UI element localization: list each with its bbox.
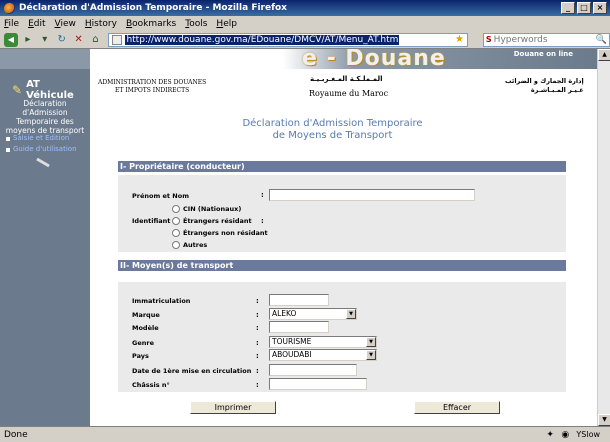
chassis-label: Châssis n° [132,381,170,389]
immatriculation-input[interactable] [269,294,329,306]
forward-icon[interactable]: ▸ [21,33,35,47]
status-text: Done [4,429,28,440]
chevron-down-icon[interactable]: ▼ [366,350,376,360]
royaume-header-ar: المـملـكـة المـغـربـيـة [310,75,383,83]
yslow-label[interactable]: YSlow [576,430,600,439]
radio-cin[interactable]: CIN (Nationaux) [172,205,241,213]
back-icon[interactable]: ◀ [4,32,18,47]
bullet-icon [6,136,10,141]
quill-icon: ✎ [12,83,23,97]
search-engine-icon[interactable]: S [484,35,494,44]
sidebar-title: ✎ AT Véhicule [12,79,74,101]
pays-select[interactable]: ABOUDABI ▼ [269,349,377,361]
sidebar-link-saisie[interactable]: Saisie et Edition [6,133,77,144]
name-input[interactable] [269,189,475,201]
search-input[interactable] [493,34,584,45]
status-bar: Done ✦ ◉ YSlow [0,426,610,442]
identifiant-label: Identifiant [132,217,171,225]
url-text[interactable]: http://www.douane.gov.ma/EDouane/DMCV/AT… [125,34,400,45]
minimize-button[interactable]: _ [561,2,575,14]
bullet-icon [6,147,10,152]
admin-header-fr: ADMINISTRATION DES DOUANES ET IMPOTS IND… [98,79,207,94]
modele-label: Modèle [132,324,159,332]
radio-autres[interactable]: Autres [172,241,207,249]
menu-bar: File Edit View History Bookmarks Tools H… [0,16,610,31]
section-proprietaire-header: I- Propriétaire (conducteur) [118,161,566,172]
chevron-down-icon[interactable]: ▼ [366,337,376,347]
navigation-toolbar: ◀ ▸ ▾ ↻ ✕ ⌂ http://www.douane.gov.ma/EDo… [0,31,610,49]
header-banner: e - Douane Douane on line [90,49,597,71]
date-circulation-label: Date de 1ère mise en circulation [132,367,252,375]
imprimer-button[interactable]: Imprimer [190,401,276,414]
menu-history[interactable]: History [85,19,117,29]
menu-file[interactable]: File [4,19,19,29]
online-label: Douane on line [513,50,573,58]
stop-icon[interactable]: ✕ [72,33,86,47]
menu-view[interactable]: View [55,19,76,29]
immatriculation-label: Immatriculation [132,297,191,305]
modele-input[interactable] [269,321,329,333]
royaume-header: Royaume du Maroc [309,89,389,98]
page-content: ✎ AT Véhicule Déclaration d'Admission Te… [0,49,597,426]
menu-help[interactable]: Help [216,19,237,29]
sidebar-links: Saisie et Edition Guide d'utilisation [6,133,77,155]
bookmark-star-icon[interactable]: ★ [455,34,464,45]
admin-header-ar: إدارة الجمارك و الضرائب غـيـر المـبـاشـر… [505,77,584,94]
pays-label: Pays [132,352,149,360]
sidebar-description: Déclaration d'Admission Temporaire des m… [5,99,85,135]
addon-icon[interactable]: ✦ [546,430,556,440]
menu-tools[interactable]: Tools [185,19,207,29]
menu-edit[interactable]: Edit [28,19,45,29]
maximize-button[interactable]: □ [577,2,591,14]
edouane-logo: e - Douane [302,49,446,71]
sidebar-link-guide[interactable]: Guide d'utilisation [6,144,77,155]
home-icon[interactable]: ⌂ [89,33,103,47]
url-bar[interactable]: http://www.douane.gov.ma/EDouane/DMCV/AT… [108,32,468,47]
chevron-down-icon[interactable]: ▼ [346,309,356,319]
search-box[interactable]: S 🔍 [482,32,610,47]
marque-label: Marque [132,311,160,319]
close-button[interactable]: × [593,2,607,14]
firefox-icon [4,2,15,14]
window-titlebar: Déclaration d'Admission Temporaire - Moz… [0,0,610,16]
radio-etrangers-non-residant[interactable]: Étrangers non résidant [172,229,268,237]
genre-label: Genre [132,339,154,347]
name-label: Prénom et Nom [132,192,189,200]
date-circulation-input[interactable] [269,364,357,376]
scroll-up-icon[interactable]: ▲ [598,49,610,61]
history-dropdown-icon[interactable]: ▾ [38,33,52,47]
radio-etrangers-residant[interactable]: Étrangers résidant [172,217,252,225]
window-title: Déclaration d'Admission Temporaire - Moz… [19,3,287,13]
reload-icon[interactable]: ↻ [55,33,69,47]
pen-icon [36,157,50,168]
sidebar: ✎ AT Véhicule Déclaration d'Admission Te… [0,49,90,426]
page-title: Déclaration d'Admission Temporaire de Mo… [242,118,423,141]
site-icon [112,34,123,45]
genre-select[interactable]: TOURISME ▼ [269,336,377,348]
vertical-scrollbar[interactable]: ▲ ▼ [597,49,610,426]
chassis-input[interactable] [269,378,367,390]
menu-bookmarks[interactable]: Bookmarks [126,19,176,29]
marque-select[interactable]: ALEKO ▼ [269,308,357,320]
section-transport-header: II- Moyen(s) de transport [118,260,566,271]
effacer-button[interactable]: Effacer [414,401,500,414]
yslow-icon[interactable]: ◉ [561,430,571,440]
scroll-down-icon[interactable]: ▼ [598,414,610,426]
search-icon[interactable]: 🔍 [596,35,607,45]
